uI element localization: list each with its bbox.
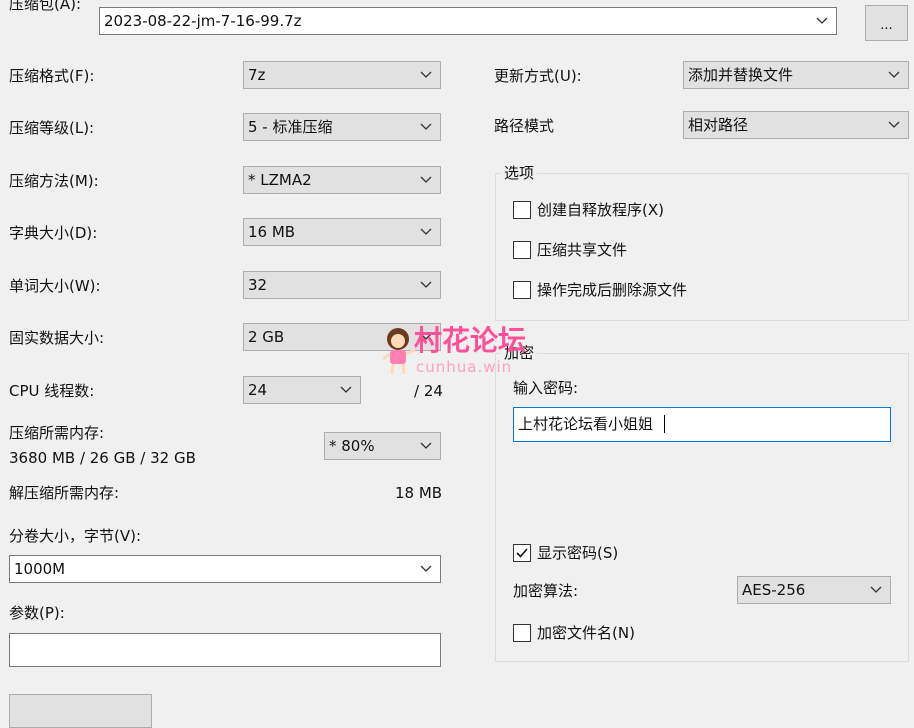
encryption-method-value: AES-256	[742, 581, 806, 599]
browse-button-label: ...	[880, 18, 893, 33]
show-password-label[interactable]: 显示密码(S)	[537, 543, 618, 563]
mem-decompress-label: 解压缩所需内存:	[9, 484, 120, 502]
shared-label[interactable]: 压缩共享文件	[537, 240, 627, 260]
password-input[interactable]: 上村花论坛看小姐姐	[513, 407, 891, 442]
watermark-text: 村花论坛	[414, 324, 527, 357]
chevron-down-icon	[888, 121, 900, 128]
solid-value: 2 GB	[248, 328, 285, 346]
update-value: 添加并替换文件	[688, 66, 794, 84]
browse-button[interactable]: ...	[865, 5, 908, 41]
chevron-down-icon[interactable]	[814, 12, 830, 30]
dict-value: 16 MB	[248, 223, 296, 241]
chevron-down-icon	[420, 228, 432, 235]
split-size-combo[interactable]: 1000M	[9, 555, 441, 583]
checkmark-icon	[516, 548, 528, 558]
format-value: 7z	[248, 66, 266, 84]
password-label: 输入密码:	[513, 379, 579, 397]
dict-label: 字典大小(D):	[9, 224, 98, 242]
chevron-down-icon	[420, 123, 432, 130]
method-label: 压缩方法(M):	[9, 172, 99, 190]
sfx-checkbox[interactable]	[513, 201, 531, 219]
level-value: 5 - 标准压缩	[248, 118, 333, 136]
params-input[interactable]	[9, 633, 441, 667]
encryption-method-select[interactable]: AES-256	[737, 576, 891, 604]
chevron-down-icon	[420, 281, 432, 288]
text-cursor	[664, 415, 665, 433]
password-value: 上村花论坛看小姐姐	[518, 415, 654, 433]
encrypt-names-label[interactable]: 加密文件名(N)	[537, 623, 635, 643]
delete-after-label[interactable]: 操作完成后删除源文件	[537, 280, 687, 300]
sfx-label[interactable]: 创建自释放程序(X)	[537, 200, 664, 220]
chevron-down-icon	[888, 71, 900, 78]
path-mode-select[interactable]: 相对路径	[683, 111, 909, 139]
delete-after-checkbox[interactable]	[513, 281, 531, 299]
level-select[interactable]: 5 - 标准压缩	[243, 113, 441, 141]
archive-path-value: 2023-08-22-jm-7-16-99.7z	[104, 12, 302, 30]
level-label: 压缩等级(L):	[9, 119, 95, 137]
update-label: 更新方式(U):	[494, 67, 582, 85]
word-label: 单词大小(W):	[9, 277, 101, 295]
chevron-down-icon	[340, 386, 352, 393]
watermark-sub: cunhua.win	[416, 358, 513, 376]
solid-label: 固实数据大小:	[9, 329, 105, 347]
method-select[interactable]: * LZMA2	[243, 166, 441, 194]
encryption-method-label: 加密算法:	[513, 582, 579, 600]
params-label: 参数(P):	[9, 604, 65, 622]
path-mode-value: 相对路径	[688, 116, 749, 134]
options-group-title: 选项	[501, 163, 538, 183]
word-value: 32	[248, 276, 268, 294]
archive-path-combo[interactable]: 2023-08-22-jm-7-16-99.7z	[99, 7, 837, 35]
method-value: * LZMA2	[248, 171, 312, 189]
threads-max: / 24	[414, 382, 443, 400]
chevron-down-icon	[420, 176, 432, 183]
threads-select[interactable]: 24	[243, 376, 361, 404]
encrypt-names-checkbox[interactable]	[513, 624, 531, 642]
watermark: 村花论坛 cunhua.win	[382, 324, 542, 378]
format-label: 压缩格式(F):	[9, 67, 95, 85]
mem-compress-detail: 3680 MB / 26 GB / 32 GB	[9, 449, 196, 467]
shared-checkbox[interactable]	[513, 241, 531, 259]
watermark-girl-icon	[382, 328, 416, 375]
mem-percent-value: * 80%	[329, 437, 375, 455]
chevron-down-icon	[420, 442, 432, 449]
format-select[interactable]: 7z	[243, 61, 441, 89]
threads-label: CPU 线程数:	[9, 382, 95, 400]
options-button[interactable]	[9, 694, 152, 728]
mem-percent-select[interactable]: * 80%	[324, 432, 441, 460]
archive-label: 压缩包(A):	[9, 0, 82, 13]
threads-value: 24	[248, 381, 268, 399]
mem-compress-label: 压缩所需内存:	[9, 424, 105, 442]
encryption-group	[495, 353, 909, 662]
split-size-value: 1000M	[14, 560, 66, 578]
chevron-down-icon[interactable]	[418, 560, 434, 578]
show-password-checkbox[interactable]	[513, 544, 531, 562]
word-select[interactable]: 32	[243, 271, 441, 299]
path-mode-label: 路径模式	[494, 117, 555, 135]
split-label: 分卷大小，字节(V):	[9, 527, 142, 545]
dict-select[interactable]: 16 MB	[243, 218, 441, 246]
chevron-down-icon	[420, 71, 432, 78]
chevron-down-icon	[870, 586, 882, 593]
update-select[interactable]: 添加并替换文件	[683, 61, 909, 89]
mem-decompress-value: 18 MB	[395, 484, 443, 502]
